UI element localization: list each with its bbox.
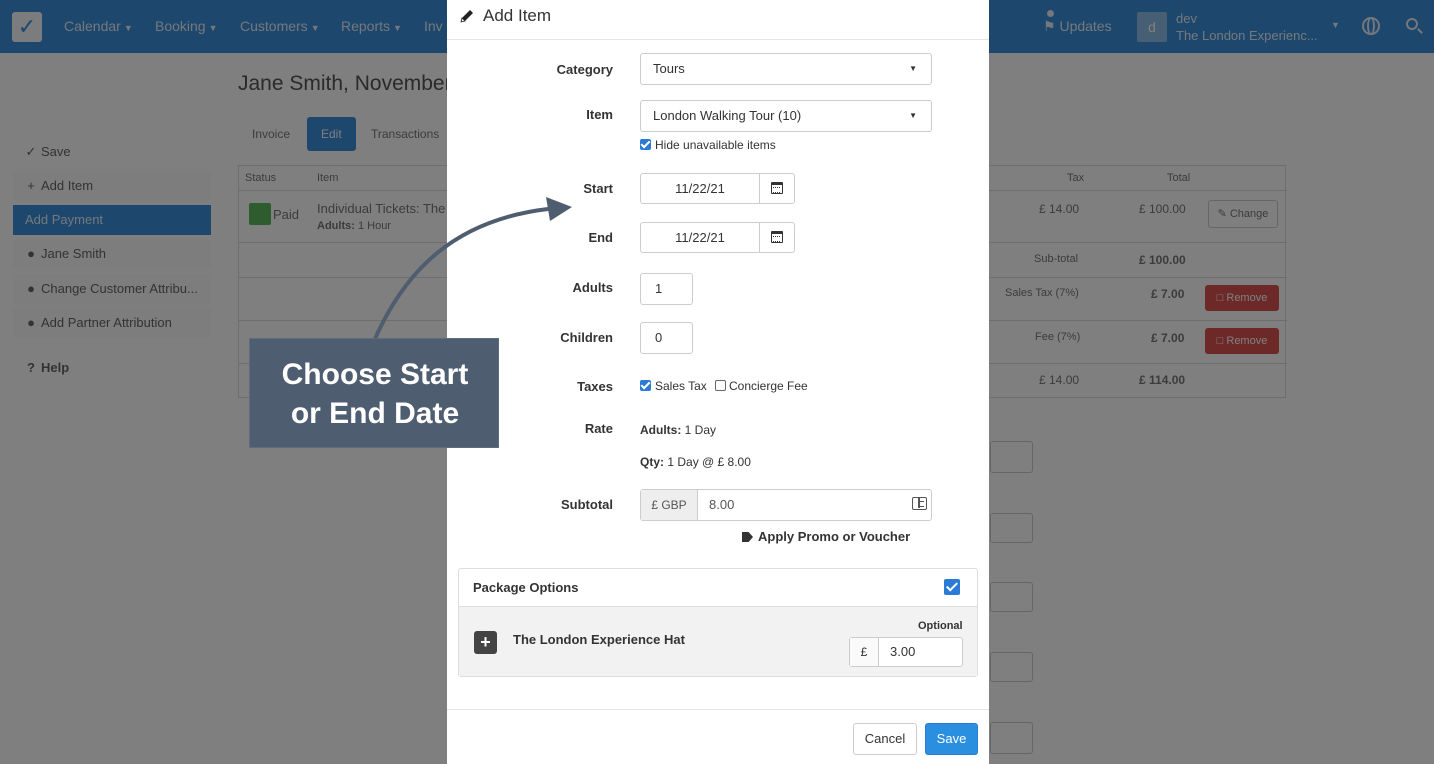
- rate-qty-value: 1 Day @ £ 8.00: [667, 455, 751, 469]
- start-label: Start: [583, 181, 613, 196]
- chevron-down-icon: ▼: [909, 111, 917, 120]
- start-date-field[interactable]: 11/22/21: [640, 173, 795, 204]
- tag-icon: [742, 532, 753, 542]
- option-currency: £: [850, 638, 879, 666]
- rate-adults: Adults: 1 Day: [640, 423, 716, 437]
- pencil-icon: [460, 10, 473, 23]
- category-select[interactable]: Tours ▼: [640, 53, 932, 85]
- callout-line-2: or End Date: [290, 397, 460, 430]
- start-date-value[interactable]: 11/22/21: [641, 174, 759, 203]
- apply-promo-label: Apply Promo or Voucher: [758, 529, 911, 544]
- package-option-row: + The London Experience Hat Optional £ 3…: [459, 607, 977, 676]
- add-item-modal: Add Item Category Tours ▼ Item London Wa…: [447, 0, 989, 764]
- callout-text: Choose Start or End Date: [250, 355, 500, 433]
- chevron-down-icon: ▼: [909, 64, 917, 73]
- modal-header: Add Item: [447, 0, 989, 40]
- end-date-value[interactable]: 11/22/21: [641, 223, 759, 252]
- save-button[interactable]: Save: [925, 723, 978, 755]
- option-price-field[interactable]: £ 3.00: [849, 637, 963, 667]
- option-price-value[interactable]: 3.00: [890, 638, 915, 666]
- panel-header: Package Options: [459, 569, 977, 607]
- subtotal-value[interactable]: 8.00: [709, 490, 734, 520]
- concierge-fee-label: Concierge Fee: [729, 379, 808, 393]
- plus-icon: +: [480, 632, 491, 652]
- option-name: The London Experience Hat: [513, 632, 685, 647]
- tutorial-callout: Choose Start or End Date: [249, 338, 499, 448]
- calendar-icon: [771, 182, 783, 194]
- subtotal-field[interactable]: £ GBP 8.00: [640, 489, 932, 521]
- apply-promo-link[interactable]: Apply Promo or Voucher: [742, 529, 910, 544]
- item-select[interactable]: London Walking Tour (10) ▼: [640, 100, 932, 132]
- rate-adults-key: Adults:: [640, 423, 682, 437]
- modal-title: Add Item: [483, 6, 552, 25]
- callout-arrow-icon: [372, 197, 572, 343]
- subtotal-label: Subtotal: [561, 497, 613, 512]
- end-date-picker-button[interactable]: [759, 223, 794, 252]
- hide-unavailable-label: Hide unavailable items: [655, 138, 776, 152]
- rate-adults-value: 1 Day: [684, 423, 717, 437]
- rate-qty-key: Qty:: [640, 455, 664, 469]
- item-value: London Walking Tour (10): [653, 108, 802, 123]
- add-option-button[interactable]: +: [474, 631, 497, 654]
- cancel-button[interactable]: Cancel: [853, 723, 917, 755]
- callout-line-1: Choose Start: [281, 358, 469, 391]
- category-label: Category: [556, 62, 613, 77]
- package-options-title: Package Options: [473, 580, 579, 595]
- category-value: Tours: [653, 61, 685, 76]
- currency-addon: £ GBP: [641, 490, 698, 520]
- concierge-fee-checkbox[interactable]: [715, 380, 726, 391]
- calculator-icon[interactable]: [912, 497, 927, 510]
- end-date-field[interactable]: 11/22/21: [640, 222, 795, 253]
- option-optional-tag: Optional: [918, 620, 963, 632]
- start-date-picker-button[interactable]: [759, 174, 794, 203]
- item-label: Item: [586, 107, 613, 122]
- package-options-checkbox[interactable]: [944, 579, 960, 595]
- rate-qty: Qty: 1 Day @ £ 8.00: [640, 455, 751, 469]
- children-input[interactable]: 0: [640, 322, 693, 354]
- sales-tax-checkbox[interactable]: [640, 380, 651, 391]
- calendar-icon: [771, 231, 783, 243]
- adults-input[interactable]: 1: [640, 273, 693, 305]
- sales-tax-label: Sales Tax: [655, 379, 707, 393]
- hide-unavailable-checkbox[interactable]: [640, 139, 651, 150]
- modal-footer: Cancel Save: [447, 709, 989, 764]
- package-options-panel: Package Options + The London Experience …: [458, 568, 978, 677]
